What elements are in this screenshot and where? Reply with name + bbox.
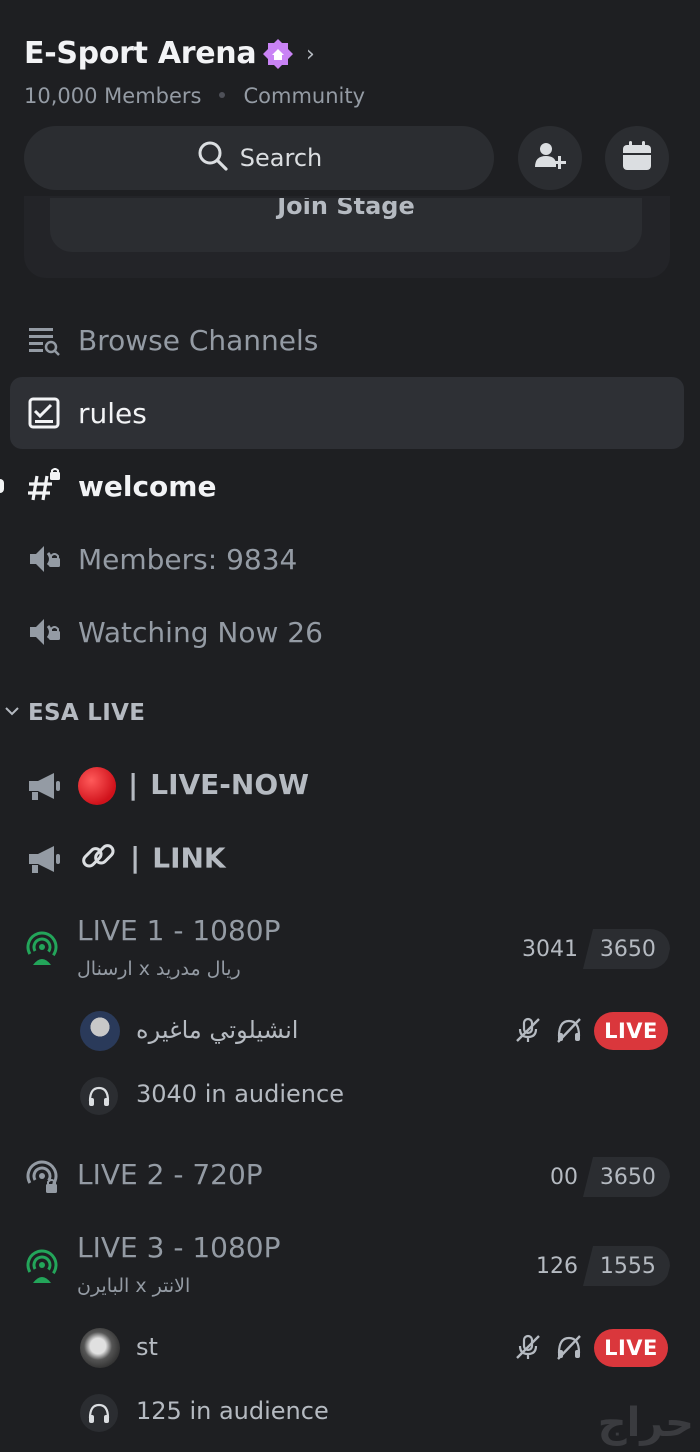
channel-name: welcome [78,469,217,503]
server-name[interactable]: E-Sport Arena [24,36,257,71]
megaphone-icon [24,766,64,806]
stage-topic: ريال مدريد x ارسنال [77,958,241,980]
channel-name: rules [78,396,147,430]
stage-live-icon [24,1249,60,1289]
hashtag-lock-icon [24,466,64,506]
link-icon [78,836,118,883]
live-badge: LIVE [594,1012,668,1050]
channel-rules[interactable]: rules [10,377,684,449]
stage-title[interactable]: LIVE 2 - 720P [77,1158,263,1191]
listener-count: 126 [536,1253,578,1279]
listener-count: 3041 [522,936,578,962]
search-bar[interactable]: Search [24,126,494,190]
server-meta: 10,000 Members Community [24,84,365,108]
community-boost-icon [262,38,294,70]
join-stage-label: Join Stage [277,198,415,220]
capacity-pill: 1555 [583,1246,670,1286]
calendar-icon [620,139,654,177]
channel-welcome[interactable]: welcome [0,450,700,522]
channel-name: Watching Now 26 [78,615,323,649]
rules-icon [24,393,64,433]
stage-topic: الانتر x البايرن [77,1275,191,1297]
channel-watching-now[interactable]: Watching Now 26 [0,596,700,668]
chevron-right-icon[interactable]: › [306,42,315,67]
separator: | [128,768,139,801]
muted-mic-icon [514,1016,542,1048]
capacity-value: 1555 [600,1253,656,1279]
search-icon [196,139,230,177]
channel-name: Browse Channels [78,323,319,357]
channel-members-count[interactable]: Members: 9834 [0,523,700,595]
channel-live-now[interactable]: | LIVE-NOW [0,750,700,822]
speaker-name: st [136,1333,158,1361]
channel-label: LIVE-NOW [150,768,310,801]
avatar[interactable] [80,1011,120,1051]
voice-locked-icon [24,539,64,579]
browse-channels-icon [24,320,64,360]
audience-count: 125 in audience [136,1397,329,1425]
watermark: حراج [597,1400,694,1446]
category-esa-live[interactable]: ESA LIVE [4,700,145,726]
deafened-icon [555,1016,583,1048]
add-user-icon [533,139,567,177]
voice-locked-icon [24,612,64,652]
category-name: ESA LIVE [28,700,146,726]
red-circle-icon [78,767,116,805]
stage-title[interactable]: LIVE 1 - 1080P [77,914,280,947]
stage-capacity: 3041 3650 [508,929,670,969]
separator: | [130,841,141,874]
capacity-pill: 3650 [583,929,670,969]
avatar[interactable] [80,1328,120,1368]
capacity-value: 3650 [600,936,656,962]
channel-label: LINK [152,841,226,874]
live-badge: LIVE [594,1329,668,1367]
channel-name: | LIVE-NOW [78,767,309,805]
stage-capacity: 126 1555 [522,1246,670,1286]
search-label: Search [239,144,323,172]
member-count: 10,000 Members [24,84,202,108]
stage-live-icon [24,931,60,971]
channel-link[interactable]: | LINK [0,823,700,895]
capacity-value: 3650 [600,1164,656,1190]
channel-name: Members: 9834 [78,542,298,576]
listener-count: 00 [550,1164,578,1190]
channel-name: | LINK [78,836,226,883]
server-type: Community [243,84,366,108]
browse-channels[interactable]: Browse Channels [0,304,700,376]
stage-title[interactable]: LIVE 3 - 1080P [77,1231,280,1264]
deafened-icon [555,1333,583,1365]
muted-mic-icon [514,1333,542,1365]
headphones-icon [80,1077,118,1115]
dot-separator [219,92,226,98]
megaphone-icon [24,839,64,879]
chevron-down-icon [4,703,20,723]
events-button[interactable] [605,126,669,190]
audience-count: 3040 in audience [136,1080,344,1108]
headphones-icon [80,1394,118,1432]
join-stage-button[interactable]: Join Stage [50,198,642,252]
capacity-pill: 3650 [583,1157,670,1197]
stage-capacity: 00 3650 [536,1157,670,1197]
stage-locked-icon [24,1160,60,1200]
speaker-name: انشيلوتي ماغيره [136,1016,299,1044]
invite-members-button[interactable] [518,126,582,190]
